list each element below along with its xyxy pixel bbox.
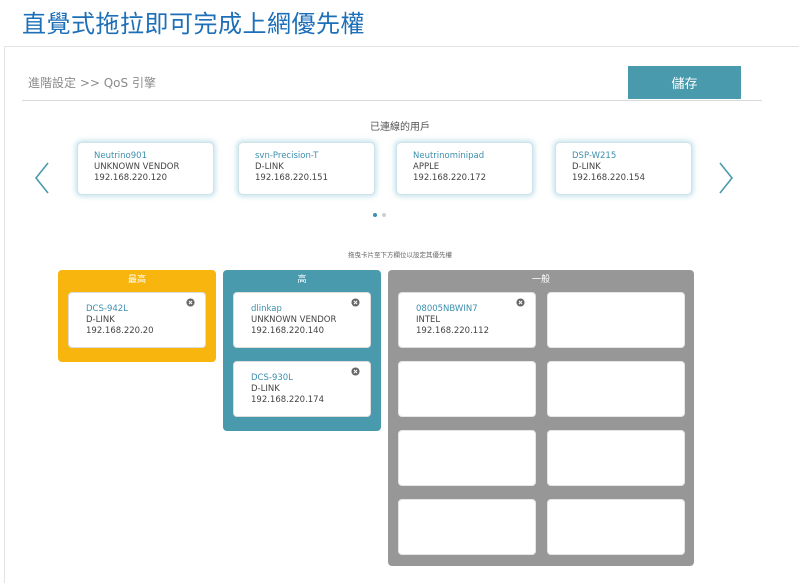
remove-circle-icon[interactable]	[186, 298, 195, 307]
chevron-right-icon	[719, 162, 734, 194]
device-name: Neutrinominipad	[413, 151, 485, 161]
pager-dot[interactable]	[382, 213, 386, 217]
carousel-prev-button[interactable]	[30, 158, 54, 198]
priority-highest-label: 最高	[127, 274, 146, 285]
device-ip: 192.168.220.20	[86, 326, 154, 336]
device-vendor: UNKNOWN VENDOR	[94, 162, 180, 172]
device-ip: 192.168.220.174	[251, 395, 325, 405]
device-vendor: D-LINK	[86, 315, 115, 325]
priority-normal-panel[interactable]: 一般 08005NBWIN7 INTEL 192.168.220.112	[388, 270, 694, 566]
device-vendor: INTEL	[416, 315, 441, 325]
breadcrumb: 進階設定 >> QoS 引擎	[28, 76, 156, 90]
remove-circle-icon[interactable]	[351, 298, 360, 307]
client-card-highest[interactable]: DCS-942L D-LINK 192.168.220.20	[68, 292, 206, 348]
client-card-carousel[interactable]: Neutrinominipad APPLE 192.168.220.172	[396, 142, 533, 195]
carousel-pager	[373, 213, 386, 217]
device-vendor: UNKNOWN VENDOR	[251, 315, 337, 325]
client-card-high[interactable]: DCS-930L D-LINK 192.168.220.174	[233, 361, 371, 417]
priority-high-label: 高	[297, 274, 307, 285]
connected-clients-title: 已連線的用戶	[370, 122, 430, 133]
empty-slot[interactable]	[398, 361, 536, 417]
client-card-carousel[interactable]: svn-Precision-T D-LINK 192.168.220.151	[238, 142, 375, 195]
client-card-carousel[interactable]: Neutrino901 UNKNOWN VENDOR 192.168.220.1…	[77, 142, 214, 195]
empty-slot[interactable]	[547, 430, 685, 486]
remove-circle-icon[interactable]	[351, 367, 360, 376]
client-card-normal[interactable]: 08005NBWIN7 INTEL 192.168.220.112	[398, 292, 536, 348]
device-name: svn-Precision-T	[255, 151, 319, 161]
header-divider	[22, 100, 762, 101]
device-ip: 192.168.220.120	[94, 173, 168, 183]
empty-slot[interactable]	[398, 499, 536, 555]
device-vendor: D-LINK	[251, 384, 280, 394]
remove-circle-icon[interactable]	[516, 298, 525, 307]
device-vendor: D-LINK	[572, 162, 601, 172]
empty-slot[interactable]	[547, 499, 685, 555]
device-vendor: APPLE	[413, 162, 440, 172]
device-ip: 192.168.220.151	[255, 173, 329, 183]
empty-slot[interactable]	[547, 292, 685, 348]
device-name: Neutrino901	[94, 151, 147, 161]
client-card-carousel[interactable]: DSP-W215 D-LINK 192.168.220.154	[555, 142, 692, 195]
device-ip: 192.168.220.140	[251, 326, 325, 336]
priority-normal-label: 一般	[531, 274, 550, 285]
priority-highest-panel[interactable]: 最高 DCS-942L D-LINK 192.168.220.20	[58, 270, 216, 362]
device-vendor: D-LINK	[255, 162, 284, 172]
device-ip: 192.168.220.172	[413, 173, 487, 183]
pager-dot-active[interactable]	[373, 213, 377, 217]
carousel-next-button[interactable]	[714, 158, 738, 198]
priority-high-panel[interactable]: 高 dlinkap UNKNOWN VENDOR 192.168.220.140…	[223, 270, 381, 431]
drag-hint: 拖曳卡片至下方欄位以設定其優先權	[348, 251, 452, 259]
empty-slot[interactable]	[398, 430, 536, 486]
client-card-high[interactable]: dlinkap UNKNOWN VENDOR 192.168.220.140	[233, 292, 371, 348]
empty-slot[interactable]	[547, 361, 685, 417]
device-ip: 192.168.220.112	[416, 326, 490, 336]
page-title: 直覺式拖拉即可完成上網優先權	[22, 10, 365, 38]
device-name: DSP-W215	[572, 151, 617, 161]
device-ip: 192.168.220.154	[572, 173, 646, 183]
save-button[interactable]: 儲存	[628, 66, 741, 99]
chevron-left-icon	[34, 162, 49, 194]
